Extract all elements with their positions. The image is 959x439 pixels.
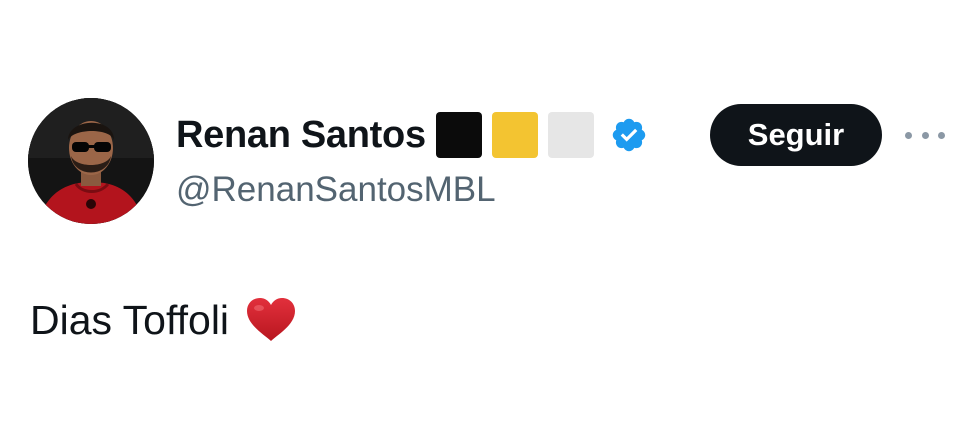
avatar[interactable] xyxy=(28,98,154,224)
author-display-name[interactable]: Renan Santos xyxy=(176,114,426,157)
tweet-text: Dias Toffoli xyxy=(30,296,230,343)
more-icon[interactable] xyxy=(905,122,945,148)
more-dot xyxy=(938,131,945,139)
tweet-body: Dias Toffoli xyxy=(30,290,297,350)
verified-badge-icon xyxy=(610,116,648,154)
avatar-photo xyxy=(28,98,154,224)
white-square-icon xyxy=(547,112,594,158)
follow-button[interactable]: Seguir xyxy=(710,104,882,166)
tweet-card: Renan Santos @RenanSantosMBL Seguir Dias… xyxy=(0,0,959,439)
yellow-square-icon xyxy=(491,112,538,158)
author-name-row: Renan Santos xyxy=(176,110,648,160)
black-square-icon xyxy=(435,112,482,158)
more-dot xyxy=(905,131,912,139)
author-handle[interactable]: @RenanSantosMBL xyxy=(176,170,496,210)
more-dot xyxy=(921,131,929,139)
red-heart-icon xyxy=(245,297,297,343)
